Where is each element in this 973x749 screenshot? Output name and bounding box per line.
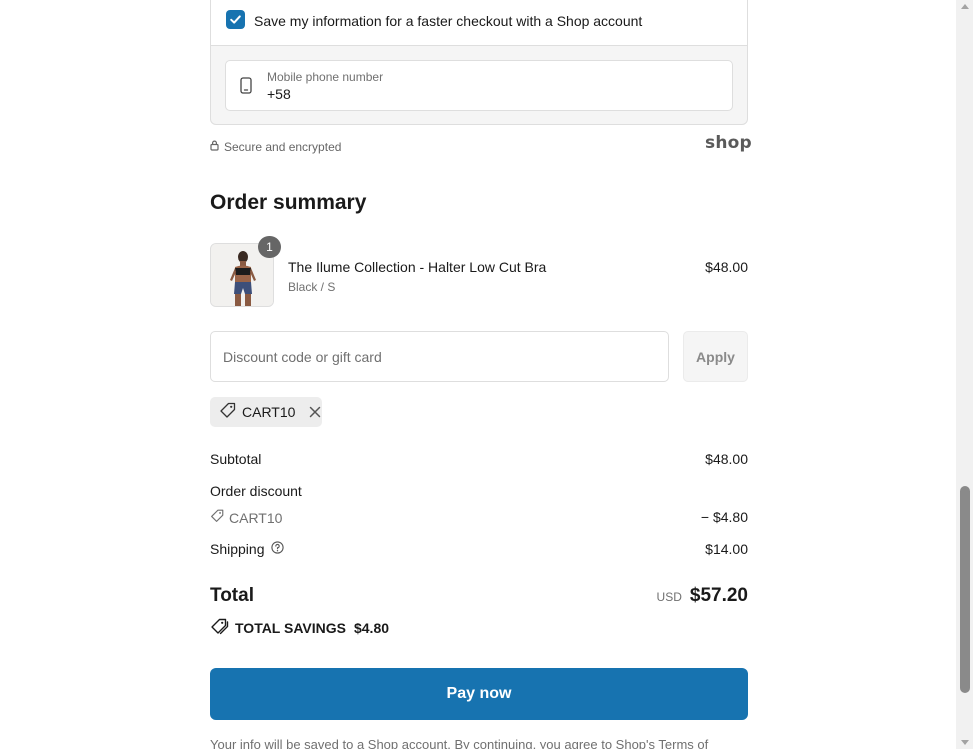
page-scrollbar[interactable] (956, 0, 973, 749)
applied-discount-code: CART10 (242, 404, 296, 420)
total-label: Total (210, 585, 254, 606)
order-discount-label: Order discount (210, 483, 302, 499)
scroll-down-arrow-icon[interactable] (961, 740, 969, 745)
savings-label: TOTAL SAVINGS (235, 620, 346, 636)
total-currency: USD (656, 590, 682, 604)
secure-notice: Secure and encrypted (210, 140, 341, 154)
phone-field-value[interactable]: +58 (267, 86, 291, 102)
secure-text: Secure and encrypted (224, 140, 342, 154)
scrollbar-thumb[interactable] (960, 486, 970, 693)
shop-account-section: Save my information for a faster checkou… (210, 0, 748, 125)
checkmark-icon (230, 15, 241, 24)
savings-amount: $4.80 (353, 620, 390, 636)
product-name: The Ilume Collection - Halter Low Cut Br… (288, 259, 547, 275)
total-savings: TOTAL SAVINGS $4.80 (210, 618, 389, 638)
order-summary-title: Order summary (210, 191, 367, 214)
applied-discount-chip: CART10 (210, 397, 322, 427)
save-info-checkbox[interactable] (226, 10, 245, 29)
subtotal-label: Subtotal (210, 451, 262, 467)
discount-code-input[interactable]: Discount code or gift card (210, 331, 669, 382)
savings-tags-icon (210, 618, 229, 638)
mobile-phone-icon (240, 77, 252, 99)
terms-footnote: Your info will be saved to a Shop accoun… (210, 737, 709, 749)
order-discount-value: − $4.80 (700, 509, 748, 525)
subtotal-value: $48.00 (705, 451, 748, 467)
shipping-row: Shipping (210, 541, 284, 557)
mobile-phone-field[interactable]: Mobile phone number +58 (225, 60, 733, 111)
save-info-row[interactable]: Save my information for a faster checkou… (211, 0, 747, 46)
discount-placeholder: Discount code or gift card (223, 348, 382, 365)
shipping-value: $14.00 (705, 541, 748, 557)
remove-discount-close-icon[interactable] (309, 406, 321, 418)
phone-field-label: Mobile phone number (267, 70, 384, 84)
apply-discount-button[interactable]: Apply (683, 331, 748, 382)
lock-icon (210, 140, 219, 154)
pay-now-button[interactable]: Pay now (210, 668, 748, 720)
product-price: $48.00 (705, 259, 748, 275)
order-discount-code: CART10 (229, 509, 283, 526)
save-info-label: Save my information for a faster checkou… (254, 13, 643, 29)
quantity-badge: 1 (258, 236, 281, 258)
discount-tag-icon (210, 509, 224, 526)
shop-logo: shop (705, 133, 752, 153)
shipping-label: Shipping (210, 541, 265, 557)
order-discount-code-row: CART10 (210, 509, 282, 526)
product-variant: Black / S (288, 280, 336, 294)
total-value: USD $57.20 (657, 585, 748, 607)
total-amount: $57.20 (689, 585, 748, 606)
scroll-up-arrow-icon[interactable] (961, 4, 969, 9)
tag-icon (219, 402, 236, 422)
shipping-help-icon[interactable] (270, 541, 284, 557)
